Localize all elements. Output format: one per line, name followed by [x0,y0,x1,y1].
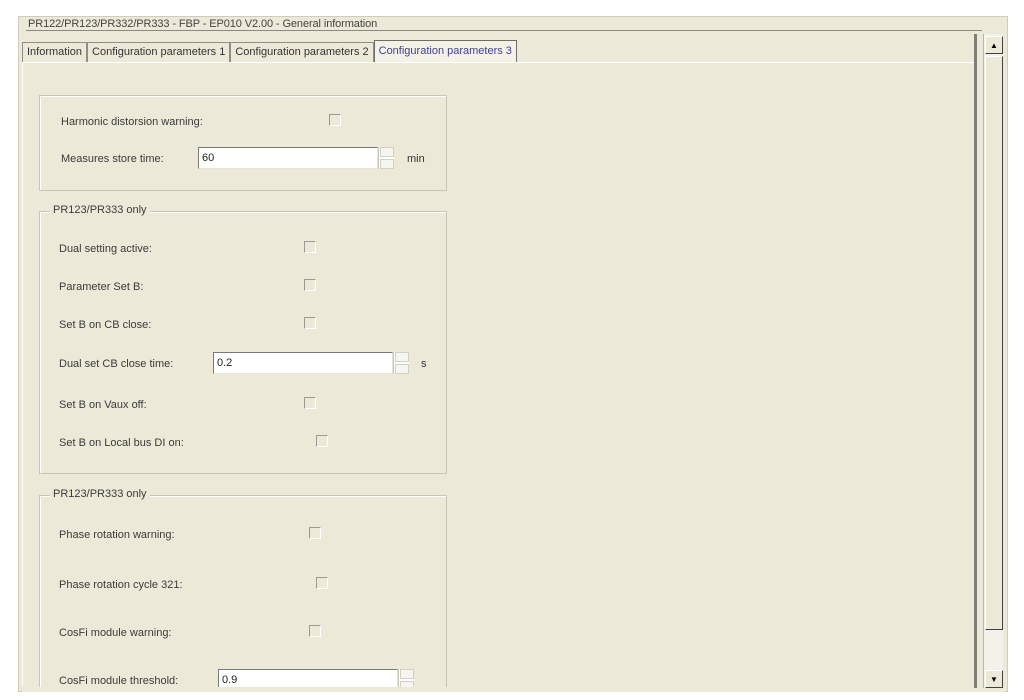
group-title: PR123/PR333 only [50,204,150,216]
group-title: PR123/PR333 only [50,488,150,500]
phase-rotation-cycle-label: Phase rotation cycle 321: [59,579,183,591]
general-group [39,95,447,191]
phase-rotation-cycle-checkbox[interactable] [316,577,328,589]
scroll-thumb[interactable] [985,56,1003,630]
tab-configuration-parameters-1[interactable]: Configuration parameters 1 [87,42,231,62]
parameter-set-b-checkbox[interactable] [304,279,316,291]
bottom-edge [22,688,1005,692]
scroll-down-icon[interactable]: ▼ [985,670,1003,688]
title-underline [26,30,982,31]
spin-down-icon[interactable] [380,159,394,169]
dual-set-cb-close-time-spinner[interactable] [393,352,409,374]
spin-down-icon[interactable] [395,364,409,374]
dual-setting-active-label: Dual setting active: [59,243,152,255]
tab-configuration-parameters-3[interactable]: Configuration parameters 3 [373,40,517,62]
scroll-up-icon[interactable]: ▲ [985,36,1003,54]
vertical-scrollbar[interactable]: ▲ ▼ [983,34,1003,690]
tab-configuration-parameters-2[interactable]: Configuration parameters 2 [230,42,374,62]
tab-information[interactable]: Information [22,42,88,62]
dual-set-cb-close-time-unit: s [421,358,427,370]
set-b-cb-close-label: Set B on CB close: [59,319,152,331]
tab-strip: Information Configuration parameters 1 C… [22,40,517,62]
dual-set-cb-close-time-input[interactable] [213,352,393,374]
cosfi-module-warning-label: CosFi module warning: [59,627,172,639]
dual-setting-active-checkbox[interactable] [304,241,316,253]
parameter-set-b-label: Parameter Set B: [59,281,144,293]
spin-up-icon[interactable] [400,669,414,679]
phase-rotation-warning-checkbox[interactable] [309,527,321,539]
cosfi-module-warning-checkbox[interactable] [309,625,321,637]
dual-set-cb-close-time-label: Dual set CB close time: [59,358,174,370]
set-b-local-bus-checkbox[interactable] [316,435,328,447]
spin-down-icon[interactable] [400,681,414,687]
measures-store-time-input[interactable] [198,147,378,169]
spin-up-icon[interactable] [380,147,394,157]
scroll-divider [974,34,977,688]
set-b-cb-close-checkbox[interactable] [304,317,316,329]
set-b-local-bus-label: Set B on Local bus DI on: [59,437,184,449]
pr123-pr333-group-2: PR123/PR333 only [39,488,447,687]
cosfi-module-threshold-label: CosFi module threshold: [59,675,179,687]
harmonic-distorsion-label: Harmonic distorsion warning: [61,116,203,128]
set-b-vaux-off-checkbox[interactable] [304,397,316,409]
spin-up-icon[interactable] [395,352,409,362]
cosfi-module-threshold-spinner[interactable] [398,669,414,687]
harmonic-distorsion-checkbox[interactable] [329,114,341,126]
window-title: PR122/PR123/PR332/PR333 - FBP - EP010 V2… [28,18,378,30]
cosfi-module-threshold-input[interactable] [218,669,398,687]
measures-store-time-spinner[interactable] [378,147,394,169]
set-b-vaux-off-label: Set B on Vaux off: [59,399,147,411]
measures-store-time-label: Measures store time: [61,153,164,165]
phase-rotation-warning-label: Phase rotation warning: [59,529,175,541]
measures-unit: min [407,153,425,165]
tab-content: Harmonic distorsion warning: Measures st… [22,62,977,687]
